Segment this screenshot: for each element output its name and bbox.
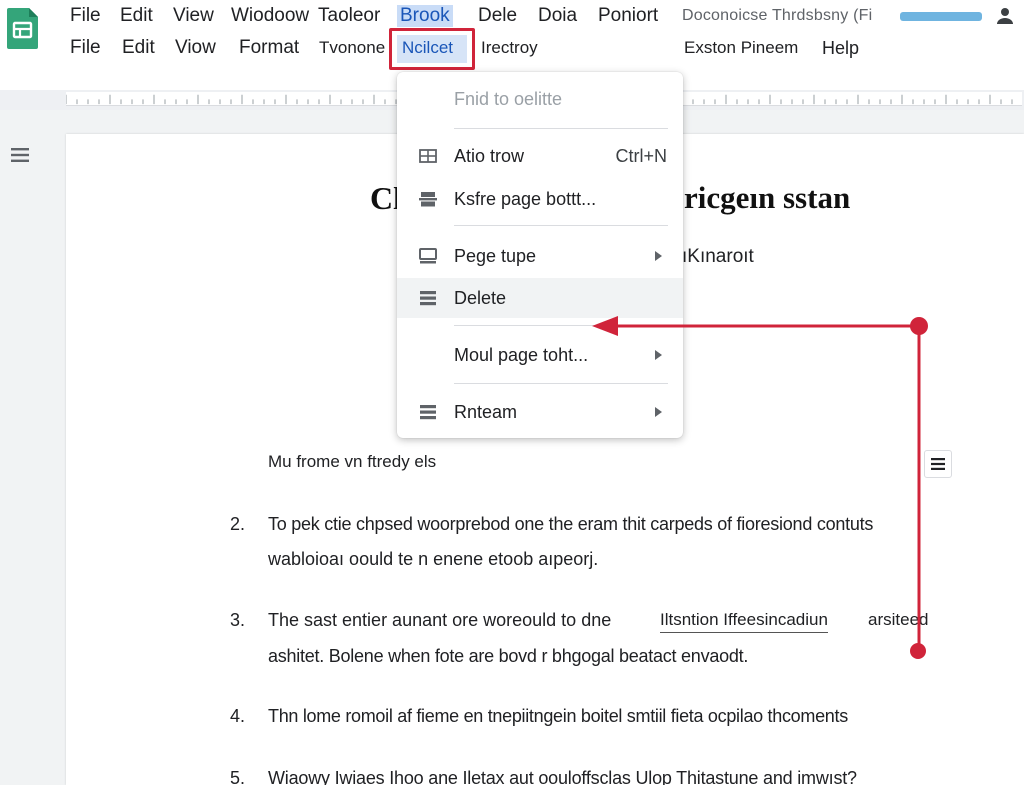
title-highlight-bar xyxy=(900,12,982,21)
submenu-arrow-icon xyxy=(655,407,662,417)
menu-help[interactable]: Help xyxy=(822,38,859,59)
document-heading-right: ricgeın sstan xyxy=(684,180,851,215)
menu-edit-top[interactable]: Edit xyxy=(120,5,153,27)
menu-directory[interactable]: Irectroy xyxy=(481,38,538,58)
list-item-line: Wiaowy Iwiaes Ihoo ane Iletax aut ooulof… xyxy=(268,768,857,785)
section-heading: Mu frome vn ftredy els xyxy=(268,452,437,471)
list-item-line: Thn lome romoil af fieme en tnepiitngein… xyxy=(268,706,848,726)
menu-window-top[interactable]: Wiodoow xyxy=(231,5,309,27)
list-number: 2. xyxy=(230,514,246,534)
menu-item-page-break[interactable]: Ksfre page bottt... xyxy=(397,179,683,219)
menu-view-top[interactable]: View xyxy=(173,5,214,27)
menu-book-top[interactable]: Brook xyxy=(397,5,453,27)
list-number: 3. xyxy=(230,610,246,630)
menu-separator xyxy=(454,225,668,226)
menu-dele-top[interactable]: Dele xyxy=(478,5,517,27)
account-icon[interactable] xyxy=(996,6,1014,24)
page-break-icon xyxy=(419,192,437,207)
menu-item-delete[interactable]: Delete xyxy=(397,278,683,318)
menu-item-add-row[interactable]: Atio trow Ctrl+N xyxy=(397,136,683,176)
menu-separator xyxy=(454,128,668,129)
menu-edit[interactable]: Edit xyxy=(122,37,155,59)
menu-item-rotate[interactable]: Rnteam xyxy=(397,392,683,432)
menu-item-label: Atio trow xyxy=(454,145,525,166)
menu-doia-top[interactable]: Doia xyxy=(538,5,577,27)
page-type-icon xyxy=(419,248,437,264)
document-subtitle: ıKınaroıt xyxy=(682,246,754,267)
menu-format[interactable]: Format xyxy=(239,37,299,59)
list-item-line: The sast entier aunant ore woreould to d… xyxy=(268,610,612,630)
list-item-link[interactable]: Iltsntion Iffeesincadiun xyxy=(660,610,828,633)
menu-view[interactable]: Viow xyxy=(175,37,216,59)
submenu-arrow-icon xyxy=(655,350,662,360)
menu-separator xyxy=(454,383,668,384)
menu-file-top[interactable]: File xyxy=(70,5,101,27)
menu-item-label: Rnteam xyxy=(454,401,518,422)
docs-logo-icon[interactable] xyxy=(6,6,40,50)
document-title[interactable]: Doconoicse Thrdsbsny (Fi xyxy=(682,7,872,25)
menu-separator xyxy=(454,325,668,326)
rotate-icon xyxy=(420,405,436,420)
menu-tvonone[interactable]: Tvonone xyxy=(319,38,385,58)
menu-item-shortcut: Ctrl+N xyxy=(615,145,667,166)
list-item-line: To pek ctie chpsed woorprebod one the er… xyxy=(268,514,874,534)
menu-item-label: Delete xyxy=(454,287,507,308)
list-number: 5. xyxy=(230,768,246,785)
menu-tools-top[interactable]: Taoleor xyxy=(318,5,380,27)
menu-file[interactable]: File xyxy=(70,37,101,59)
list-options-icon[interactable] xyxy=(924,450,952,478)
menu-item-find[interactable]: Fnid to oelitte xyxy=(397,79,683,119)
menu-poniort-top[interactable]: Poniort xyxy=(598,5,658,27)
outline-menu-icon[interactable] xyxy=(11,147,29,163)
table-icon xyxy=(419,149,437,163)
list-item-line: ashitet. Bolene when fote are bovd r bhg… xyxy=(268,646,749,666)
menu-item-label: Pege tupe xyxy=(454,245,537,266)
dropdown-menu: Fnid to oelitte Atio trow Ctrl+N Ksfre p… xyxy=(397,72,683,438)
menu-selection-highlight xyxy=(389,28,475,70)
list-number: 4. xyxy=(230,706,246,726)
menu-extension[interactable]: Exston Pineem xyxy=(684,38,798,58)
list-item-line: wabloioaı oould te n enene etoob aıpeorj… xyxy=(268,549,599,569)
delete-icon xyxy=(420,291,436,306)
submenu-arrow-icon xyxy=(655,251,662,261)
menu-item-page-type[interactable]: Pege tupe xyxy=(397,236,683,276)
menu-item-label: Moul page toht... xyxy=(454,344,589,365)
list-item-line: arsiteed xyxy=(868,610,929,629)
menu-item-label: Ksfre page bottt... xyxy=(454,188,597,209)
menu-item-label: Fnid to oelitte xyxy=(454,88,563,109)
menu-item-modify-page[interactable]: Moul page toht... xyxy=(397,335,683,375)
